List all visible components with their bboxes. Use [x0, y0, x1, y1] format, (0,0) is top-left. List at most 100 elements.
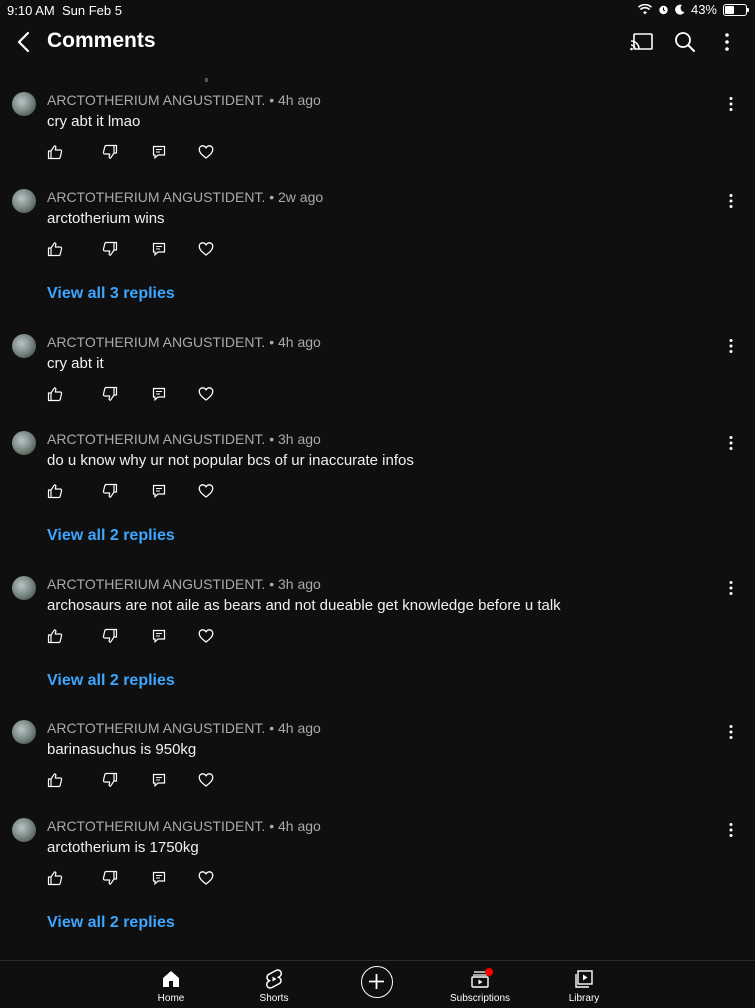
view-replies-link[interactable]: View all 2 replies — [47, 672, 175, 690]
battery-percent: 43% — [690, 2, 717, 17]
tab-shorts-label: Shorts — [259, 993, 289, 1004]
comment-meta: ARCTOTHERIUM ANGUSTIDENT. • 3h ago — [47, 431, 321, 447]
dislike-icon[interactable] — [102, 772, 118, 788]
comment-meta: ARCTOTHERIUM ANGUSTIDENT. • 2w ago — [47, 189, 323, 205]
notification-dot — [485, 968, 493, 976]
dislike-icon[interactable] — [102, 241, 118, 257]
moon-icon — [675, 4, 685, 15]
comment-text: cry abt it lmao — [47, 113, 141, 130]
wifi-icon — [637, 4, 652, 15]
heart-icon[interactable] — [198, 241, 214, 257]
avatar[interactable] — [12, 334, 36, 358]
comment-age: • 4h ago — [265, 92, 321, 108]
heart-icon[interactable] — [198, 386, 214, 402]
comment-meta: ARCTOTHERIUM ANGUSTIDENT. • 3h ago — [47, 576, 321, 592]
status-time: 9:10 AM — [7, 3, 55, 18]
comment-text: barinasuchus is 950kg — [47, 741, 197, 758]
avatar[interactable] — [12, 576, 36, 600]
like-icon[interactable] — [47, 483, 63, 499]
heart-icon[interactable] — [198, 628, 214, 644]
search-icon[interactable] — [672, 30, 698, 54]
dislike-icon[interactable] — [102, 483, 118, 499]
like-icon[interactable] — [47, 386, 63, 402]
heart-icon[interactable] — [198, 483, 214, 499]
reply-icon[interactable] — [151, 772, 167, 788]
reply-icon[interactable] — [151, 870, 167, 886]
bottom-tab-bar: Home Shorts Subscriptions Library — [0, 960, 755, 1008]
dislike-icon[interactable] — [102, 628, 118, 644]
comment-more-icon[interactable] — [726, 96, 736, 112]
avatar[interactable] — [12, 720, 36, 744]
more-vert-icon[interactable] — [714, 30, 740, 54]
comment-text: do u know why ur not popular bcs of ur i… — [47, 452, 414, 469]
reply-icon[interactable] — [151, 144, 167, 160]
avatar[interactable] — [12, 189, 36, 213]
comment-more-icon[interactable] — [726, 822, 736, 838]
library-icon — [575, 970, 593, 988]
comment-age: • 3h ago — [265, 431, 321, 447]
comment-author[interactable]: ARCTOTHERIUM ANGUSTIDENT. — [47, 92, 265, 108]
create-button[interactable] — [361, 966, 393, 998]
comment-meta: ARCTOTHERIUM ANGUSTIDENT. • 4h ago — [47, 92, 321, 108]
avatar[interactable] — [12, 818, 36, 842]
create-icon — [369, 974, 384, 989]
dislike-icon[interactable] — [102, 870, 118, 886]
comment-more-icon[interactable] — [726, 338, 736, 354]
view-replies-link[interactable]: View all 2 replies — [47, 914, 175, 932]
comment-more-icon[interactable] — [726, 580, 736, 596]
comment-more-icon[interactable] — [726, 435, 736, 451]
comment-more-icon[interactable] — [726, 193, 736, 209]
like-icon[interactable] — [47, 241, 63, 257]
comment-meta: ARCTOTHERIUM ANGUSTIDENT. • 4h ago — [47, 334, 321, 350]
like-icon[interactable] — [47, 144, 63, 160]
comment-author[interactable]: ARCTOTHERIUM ANGUSTIDENT. — [47, 334, 265, 350]
tab-library-label: Library — [568, 993, 600, 1004]
comment-age: • 3h ago — [265, 576, 321, 592]
tab-library[interactable]: Library — [539, 961, 629, 1008]
tab-shorts[interactable]: Shorts — [229, 961, 319, 1008]
tab-home[interactable]: Home — [126, 961, 216, 1008]
tab-home-label: Home — [157, 993, 185, 1004]
scrolled-text-fragment — [205, 78, 208, 82]
comment-age: • 4h ago — [265, 818, 321, 834]
comment-meta: ARCTOTHERIUM ANGUSTIDENT. • 4h ago — [47, 818, 321, 834]
dislike-icon[interactable] — [102, 386, 118, 402]
comment-text: cry abt it — [47, 355, 104, 372]
like-icon[interactable] — [47, 628, 63, 644]
status-bar: 9:10 AM Sun Feb 5 43% — [0, 0, 755, 20]
reply-icon[interactable] — [151, 386, 167, 402]
comment-author[interactable]: ARCTOTHERIUM ANGUSTIDENT. — [47, 431, 265, 447]
comment-author[interactable]: ARCTOTHERIUM ANGUSTIDENT. — [47, 189, 265, 205]
heart-icon[interactable] — [198, 870, 214, 886]
comment-author[interactable]: ARCTOTHERIUM ANGUSTIDENT. — [47, 720, 265, 736]
status-date: Sun Feb 5 — [62, 3, 122, 18]
comment-more-icon[interactable] — [726, 724, 736, 740]
dislike-icon[interactable] — [102, 144, 118, 160]
back-arrow-icon[interactable] — [14, 30, 34, 54]
battery-icon — [723, 3, 749, 16]
comment-age: • 2w ago — [265, 189, 324, 205]
like-icon[interactable] — [47, 772, 63, 788]
heart-icon[interactable] — [198, 144, 214, 160]
avatar[interactable] — [12, 431, 36, 455]
home-icon — [163, 971, 179, 987]
tab-subscriptions-label: Subscriptions — [449, 993, 511, 1004]
status-right: 43% — [637, 2, 749, 17]
reply-icon[interactable] — [151, 628, 167, 644]
comment-author[interactable]: ARCTOTHERIUM ANGUSTIDENT. — [47, 576, 265, 592]
comment-age: • 4h ago — [265, 334, 321, 350]
view-replies-link[interactable]: View all 2 replies — [47, 527, 175, 545]
comment-author[interactable]: ARCTOTHERIUM ANGUSTIDENT. — [47, 818, 265, 834]
reply-icon[interactable] — [151, 241, 167, 257]
reply-icon[interactable] — [151, 483, 167, 499]
like-icon[interactable] — [47, 870, 63, 886]
page-title: Comments — [47, 29, 156, 52]
view-replies-link[interactable]: View all 3 replies — [47, 285, 175, 303]
heart-icon[interactable] — [198, 772, 214, 788]
avatar[interactable] — [12, 92, 36, 116]
top-app-bar: Comments — [0, 22, 755, 82]
comment-age: • 4h ago — [265, 720, 321, 736]
cast-icon[interactable] — [629, 30, 655, 54]
tab-subscriptions[interactable]: Subscriptions — [435, 961, 525, 1008]
alarm-icon — [659, 5, 668, 15]
